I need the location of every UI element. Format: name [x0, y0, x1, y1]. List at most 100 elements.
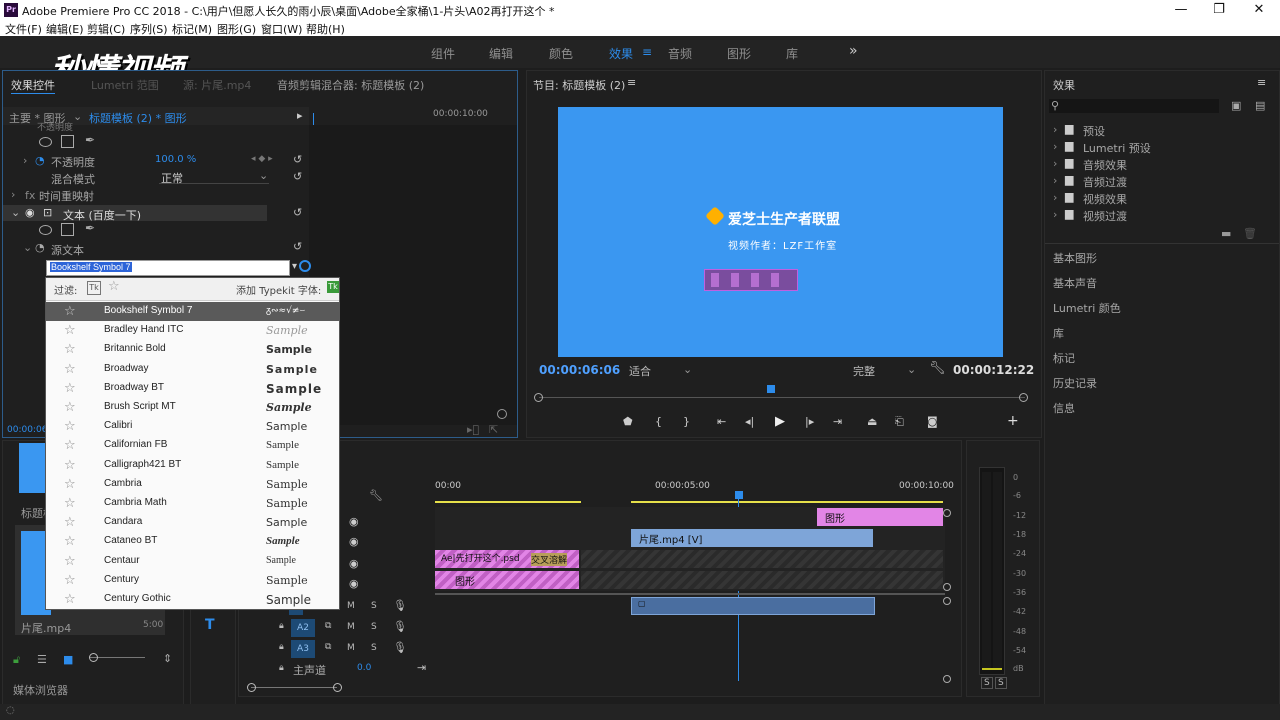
media-browser-tab[interactable]: 媒体浏览器: [13, 682, 68, 698]
solo-a1[interactable]: S: [371, 601, 377, 611]
expand-chevron-icon[interactable]: ›: [11, 188, 15, 201]
effects-item-audio-transitions[interactable]: 音频过渡: [1083, 174, 1127, 190]
eye-icon[interactable]: ◉: [349, 535, 359, 548]
effects-item-audio-effects[interactable]: 音频效果: [1083, 157, 1127, 173]
blend-mode-select[interactable]: 正常 ⌄: [159, 169, 269, 185]
chevron-right-icon[interactable]: ›: [1053, 157, 1057, 170]
tab-effect-controls[interactable]: 效果控件: [11, 77, 55, 94]
opacity-value[interactable]: 100.0 %: [155, 154, 196, 165]
eye-icon[interactable]: ◉: [25, 206, 35, 219]
solo-a2[interactable]: S: [371, 622, 377, 632]
panel-essential-graphics[interactable]: 基本图形: [1053, 250, 1097, 266]
font-list-item[interactable]: ☆ Cataneo BT Sample: [46, 532, 340, 551]
font-list-item[interactable]: ☆ Cambria Sample: [46, 475, 340, 494]
workspace-tab-effects[interactable]: 效果: [609, 45, 633, 62]
timeline-zoom-end[interactable]: [333, 683, 342, 692]
favorite-star-icon[interactable]: ☆: [64, 458, 76, 473]
clip-transition-label[interactable]: 交叉溶解: [531, 553, 568, 566]
program-video-frame[interactable]: 爱芝士生产者联盟 视频作者：LZF工作室: [558, 107, 1003, 357]
workspace-tab-libraries[interactable]: 库: [786, 45, 798, 62]
font-list-item[interactable]: ☆ Bradley Hand ITC Sample: [46, 321, 340, 340]
favorite-star-icon[interactable]: ☆: [64, 400, 76, 415]
wrench-icon[interactable]: 🔧︎: [369, 489, 383, 502]
step-back-icon[interactable]: ◂|: [745, 415, 754, 428]
favorite-star-icon[interactable]: ☆: [64, 438, 76, 453]
go-to-end-icon[interactable]: ⇥: [417, 661, 426, 674]
zoom-slider-handle[interactable]: [89, 653, 98, 662]
play-icon[interactable]: ▶: [775, 414, 785, 429]
panel-lumetri-color[interactable]: Lumetri 颜色: [1053, 300, 1121, 316]
reset-icon[interactable]: ↺: [293, 206, 302, 219]
panel-essential-sound[interactable]: 基本声音: [1053, 275, 1097, 291]
effects-item-video-transitions[interactable]: 视频过渡: [1083, 208, 1127, 224]
pen-mask-icon[interactable]: ✒: [85, 133, 95, 147]
filter-icon[interactable]: ▸⃒: [467, 423, 479, 436]
program-current-timecode[interactable]: 00:00:06:06: [539, 363, 620, 377]
timeline-playhead-head[interactable]: [735, 491, 743, 499]
breadcrumb-sequence[interactable]: 标题模板 (2) * 图形: [89, 110, 187, 126]
stopwatch-icon[interactable]: ◔: [35, 154, 45, 167]
mute-a1[interactable]: M: [347, 601, 355, 611]
effects-panel-title[interactable]: 效果: [1053, 77, 1075, 93]
sort-icon[interactable]: ⇕: [163, 652, 172, 665]
rect-mask-icon[interactable]: [61, 135, 74, 148]
mark-in-icon[interactable]: {: [655, 415, 662, 428]
button-editor-icon[interactable]: +: [1007, 413, 1019, 429]
clip-ae[interactable]: Ae|先打开这个.psd 交叉溶解: [435, 550, 579, 568]
effects-item-presets[interactable]: 预设: [1083, 123, 1105, 139]
quality-select[interactable]: 完整 ⌄: [851, 363, 917, 378]
keyframe-nav-icon[interactable]: ◂ ◆ ▸: [251, 154, 273, 164]
track-a2-label[interactable]: A2: [291, 619, 315, 637]
eye-icon[interactable]: ◉: [349, 515, 359, 528]
minimize-button[interactable]: —: [1166, 2, 1196, 17]
track-scroll-handle[interactable]: [943, 597, 951, 605]
mic-icon[interactable]: 🎙︎: [393, 641, 407, 654]
panel-markers[interactable]: 标记: [1053, 350, 1075, 366]
favorite-star-icon[interactable]: ☆: [64, 573, 76, 588]
solo-left-button[interactable]: S: [981, 677, 993, 689]
ellipse-mask-icon[interactable]: [39, 137, 52, 147]
reset-icon[interactable]: ↺: [293, 170, 302, 183]
scrub-start-handle[interactable]: [534, 393, 543, 402]
mark-out-icon[interactable]: }: [683, 415, 690, 428]
go-to-in-icon[interactable]: ⇤: [717, 415, 726, 428]
lift-icon[interactable]: ⏏: [867, 415, 877, 428]
go-to-out-icon[interactable]: ⇥: [833, 415, 842, 428]
sync-lock-icon[interactable]: ⧉: [325, 642, 331, 652]
chevron-right-icon[interactable]: ›: [1053, 140, 1057, 153]
step-forward-icon[interactable]: |▸: [805, 415, 814, 428]
chevron-down-icon[interactable]: ⌄: [73, 110, 82, 123]
program-monitor-title[interactable]: 节目: 标题模板 (2): [533, 77, 625, 93]
scrub-end-handle[interactable]: [1019, 393, 1028, 402]
close-button[interactable]: ✕: [1244, 2, 1274, 17]
favorite-star-icon[interactable]: ☆: [64, 592, 76, 607]
menu-edit[interactable]: 编辑(E): [46, 21, 84, 37]
track-scroll-handle[interactable]: [943, 675, 951, 683]
workspace-tab-graphics[interactable]: 图形: [727, 45, 751, 62]
reset-icon[interactable]: ↺: [293, 240, 302, 253]
favorite-star-icon[interactable]: ☆: [64, 419, 76, 434]
font-list-item[interactable]: ☆ Californian FB Sample: [46, 436, 340, 455]
lock-icon[interactable]: 🔒︎: [279, 642, 284, 652]
timeline-zoom-start[interactable]: [247, 683, 256, 692]
ellipse-mask-icon[interactable]: [39, 225, 52, 235]
eye-icon[interactable]: ◉: [349, 577, 359, 590]
track-divider[interactable]: [435, 593, 945, 595]
typekit-add-icon[interactable]: Tk: [327, 281, 339, 293]
export-icon[interactable]: ⇱: [489, 423, 498, 436]
extract-icon[interactable]: ⎗: [895, 415, 904, 429]
panel-menu-icon[interactable]: ≡: [1257, 76, 1266, 89]
solo-right-button[interactable]: S: [995, 677, 1007, 689]
chevron-right-icon[interactable]: ›: [1053, 174, 1057, 187]
trash-icon[interactable]: 🗑︎: [1243, 227, 1257, 240]
font-list-item[interactable]: ☆ Broadway Sample: [46, 360, 340, 379]
wrench-icon[interactable]: 🔧︎: [929, 361, 946, 376]
workspace-tab-audio[interactable]: 音频: [668, 45, 692, 62]
workspace-tab-assembly[interactable]: 组件: [431, 45, 455, 62]
add-marker-icon[interactable]: ⬟: [623, 415, 633, 428]
new-preset-icon[interactable]: ▤: [1255, 99, 1265, 112]
menu-help[interactable]: 帮助(H): [306, 21, 345, 37]
font-list-item[interactable]: ☆ Britannic Bold Sample: [46, 340, 340, 359]
favorite-star-icon[interactable]: ☆: [64, 534, 76, 549]
list-view-icon[interactable]: ☰: [37, 653, 47, 666]
